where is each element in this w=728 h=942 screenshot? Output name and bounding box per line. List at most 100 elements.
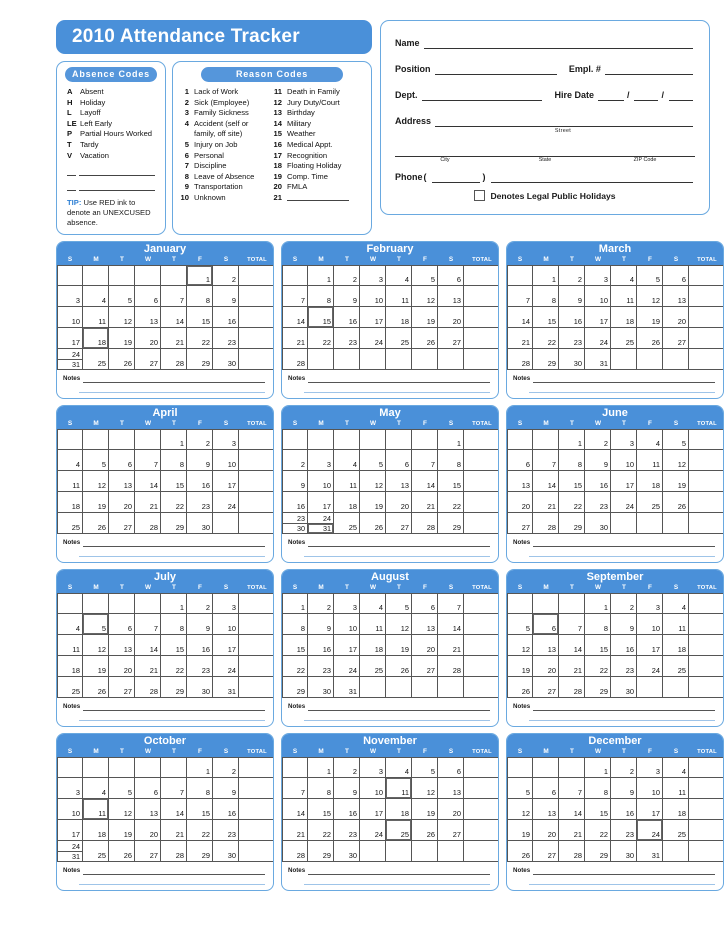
day-cell[interactable]: 7 — [282, 778, 308, 800]
day-cell[interactable]: 24 — [637, 656, 663, 678]
day-cell[interactable]: 8 — [187, 286, 213, 308]
day-cell[interactable]: 9 — [611, 778, 637, 800]
day-cell[interactable]: 13 — [386, 471, 412, 493]
write-in-line[interactable] — [67, 183, 159, 192]
day-cell[interactable]: 19 — [412, 799, 438, 821]
day-cell[interactable]: 28 — [161, 349, 187, 371]
split-day-cell[interactable]: 24 31 — [308, 513, 334, 535]
notes-input-line[interactable] — [83, 866, 265, 876]
day-cell[interactable]: 12 — [507, 799, 533, 821]
day-cell[interactable]: 26 — [412, 328, 438, 350]
week-total-cell[interactable] — [464, 286, 498, 308]
day-cell[interactable]: 8 — [308, 778, 334, 800]
day-cell[interactable]: 20 — [109, 656, 135, 678]
day-cell[interactable]: 26 — [507, 841, 533, 863]
notes-input-line[interactable] — [304, 383, 490, 394]
day-cell[interactable]: 7 — [135, 450, 161, 472]
day-cell[interactable]: 31 — [585, 349, 611, 371]
day-cell[interactable]: 29 — [308, 841, 334, 863]
day-cell[interactable]: 1 — [308, 265, 334, 287]
notes-input-line[interactable] — [83, 538, 265, 548]
reason-code-write-in-rule[interactable] — [287, 193, 349, 201]
day-cell[interactable]: 5 — [360, 450, 386, 472]
day-cell[interactable]: 1 — [559, 429, 585, 451]
week-total-cell[interactable] — [689, 286, 723, 308]
week-total-cell[interactable] — [464, 841, 498, 863]
day-cell[interactable]: 17 — [334, 635, 360, 657]
week-total-cell[interactable] — [239, 286, 273, 308]
day-cell[interactable]: 24 — [58, 349, 82, 360]
week-total-cell[interactable] — [689, 349, 723, 371]
empl-number-field[interactable] — [604, 63, 693, 75]
day-cell[interactable]: 4 — [663, 757, 689, 779]
day-cell[interactable]: 30 — [187, 677, 213, 699]
day-cell[interactable]: 1 — [585, 757, 611, 779]
week-total-cell[interactable] — [464, 635, 498, 657]
day-cell[interactable]: 12 — [83, 635, 109, 657]
day-cell[interactable]: 2 — [213, 757, 239, 779]
day-cell[interactable]: 30 — [308, 677, 334, 699]
position-field[interactable] — [434, 63, 557, 75]
day-cell[interactable]: 14 — [135, 471, 161, 493]
week-total-cell[interactable] — [464, 307, 498, 329]
day-cell[interactable]: 16 — [187, 471, 213, 493]
week-total-cell[interactable] — [239, 429, 273, 451]
day-cell[interactable]: 22 — [308, 328, 334, 350]
day-cell[interactable]: 6 — [135, 286, 161, 308]
day-cell[interactable]: 23 — [283, 513, 307, 524]
day-cell[interactable]: 14 — [559, 799, 585, 821]
day-cell[interactable]: 29 — [161, 513, 187, 535]
day-cell[interactable]: 2 — [611, 757, 637, 779]
week-total-cell[interactable] — [464, 593, 498, 615]
week-total-cell[interactable] — [464, 328, 498, 350]
day-cell[interactable]: 11 — [663, 778, 689, 800]
day-cell[interactable]: 26 — [83, 513, 109, 535]
day-cell[interactable]: 26 — [83, 677, 109, 699]
day-cell[interactable]: 20 — [412, 635, 438, 657]
day-cell[interactable]: 12 — [109, 799, 135, 821]
day-cell[interactable]: 19 — [360, 492, 386, 514]
day-cell[interactable]: 5 — [663, 429, 689, 451]
day-cell[interactable]: 12 — [507, 635, 533, 657]
notes-input-line[interactable] — [304, 547, 490, 558]
week-total-cell[interactable] — [689, 328, 723, 350]
day-cell[interactable]: 16 — [334, 307, 360, 329]
day-cell[interactable]: 6 — [438, 757, 464, 779]
day-cell[interactable]: 16 — [213, 799, 239, 821]
day-cell[interactable]: 28 — [559, 677, 585, 699]
day-cell[interactable]: 18 — [83, 328, 109, 350]
day-cell[interactable]: 9 — [334, 778, 360, 800]
phone-number-field[interactable] — [490, 171, 693, 183]
day-cell[interactable]: 4 — [57, 614, 83, 636]
day-cell[interactable]: 24 — [360, 328, 386, 350]
day-cell[interactable]: 1 — [308, 757, 334, 779]
day-cell[interactable]: 6 — [438, 265, 464, 287]
day-cell[interactable]: 12 — [83, 471, 109, 493]
day-cell[interactable]: 15 — [187, 799, 213, 821]
day-cell[interactable]: 17 — [308, 492, 334, 514]
day-cell[interactable]: 4 — [83, 286, 109, 308]
day-cell[interactable]: 23 — [334, 820, 360, 842]
day-cell[interactable]: 19 — [109, 328, 135, 350]
week-total-cell[interactable] — [239, 593, 273, 615]
day-cell[interactable]: 12 — [360, 471, 386, 493]
day-cell[interactable]: 30 — [611, 677, 637, 699]
day-cell[interactable]: 9 — [308, 614, 334, 636]
notes-input-line[interactable] — [308, 702, 490, 712]
day-cell[interactable]: 17 — [57, 820, 83, 842]
day-cell[interactable]: 27 — [663, 328, 689, 350]
week-total-cell[interactable] — [689, 593, 723, 615]
day-cell[interactable]: 13 — [533, 799, 559, 821]
day-cell[interactable]: 8 — [161, 614, 187, 636]
notes-input-line[interactable] — [533, 702, 715, 712]
day-cell[interactable]: 26 — [386, 656, 412, 678]
day-cell[interactable]: 25 — [611, 328, 637, 350]
day-cell[interactable]: 4 — [83, 778, 109, 800]
day-cell[interactable]: 20 — [135, 328, 161, 350]
phone-area-code-field[interactable] — [431, 171, 480, 183]
day-cell[interactable]: 15 — [585, 635, 611, 657]
week-total-cell[interactable] — [464, 450, 498, 472]
day-cell[interactable]: 25 — [663, 820, 689, 842]
day-cell[interactable]: 17 — [360, 799, 386, 821]
week-total-cell[interactable] — [464, 799, 498, 821]
